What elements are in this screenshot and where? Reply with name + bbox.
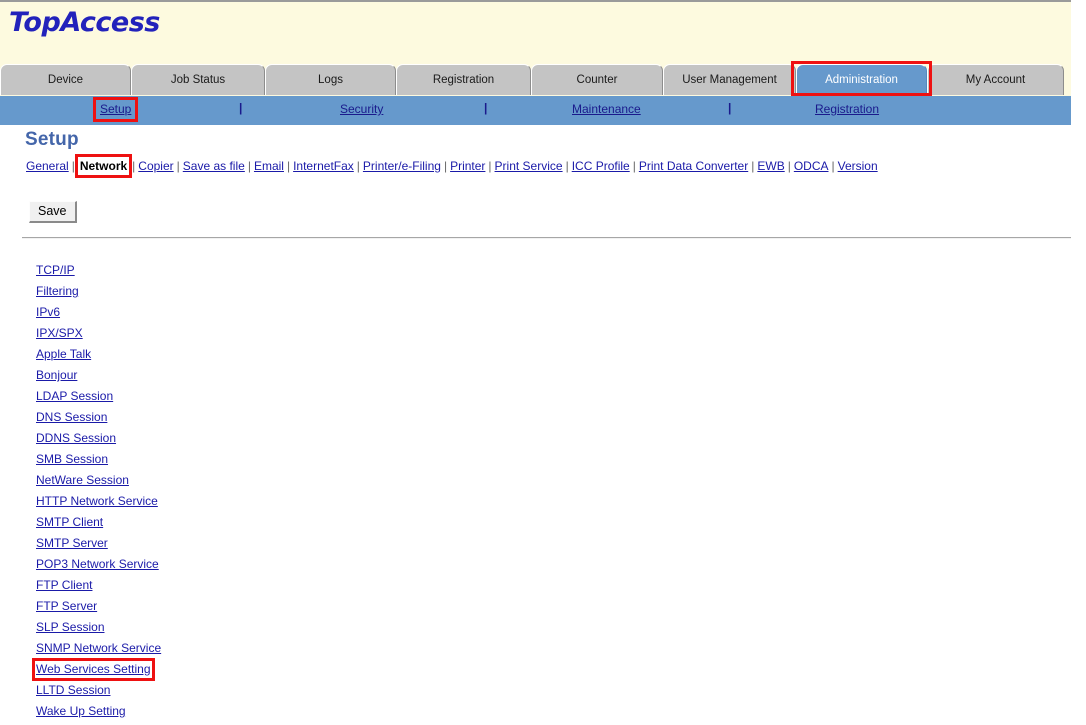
network-link-ipx-spx[interactable]: IPX/SPX (36, 326, 83, 340)
setup-nav-general[interactable]: General (26, 159, 69, 173)
network-link-bonjour[interactable]: Bonjour (36, 368, 77, 382)
setup-nav-separator: | (69, 159, 78, 173)
page-title: Setup (25, 129, 79, 151)
topaccess-page: TopAccess DeviceJob StatusLogsRegistrati… (0, 0, 1086, 725)
setup-nav-copier[interactable]: Copier (138, 159, 173, 173)
list-item: FTP Server (36, 598, 436, 619)
setup-nav-printer-e-filing[interactable]: Printer/e-Filing (363, 159, 441, 173)
network-link-smtp-client[interactable]: SMTP Client (36, 515, 103, 529)
list-item: IPX/SPX (36, 325, 436, 346)
setup-nav-printer[interactable]: Printer (450, 159, 485, 173)
list-item: HTTP Network Service (36, 493, 436, 514)
network-link-dns-session[interactable]: DNS Session (36, 410, 107, 424)
subnav-item-maintenance[interactable]: Maintenance (572, 102, 641, 116)
network-link-pop3-network-service[interactable]: POP3 Network Service (36, 557, 159, 571)
content-divider (22, 237, 1071, 239)
list-item: Filtering (36, 283, 436, 304)
setup-nav-print-service[interactable]: Print Service (495, 159, 563, 173)
list-item: NetWare Session (36, 472, 436, 493)
setup-nav-separator: | (129, 159, 138, 173)
network-link-ddns-session[interactable]: DDNS Session (36, 431, 116, 445)
setup-nav-separator: | (245, 159, 254, 173)
list-item: Bonjour (36, 367, 436, 388)
network-link-netware-session[interactable]: NetWare Session (36, 473, 129, 487)
list-item: TCP/IP (36, 262, 436, 283)
tab-job-status[interactable]: Job Status (131, 64, 265, 95)
network-link-ipv6[interactable]: IPv6 (36, 305, 60, 319)
list-item: LLTD Session (36, 682, 436, 703)
tab-my-account[interactable]: My Account (927, 64, 1064, 95)
list-item: SLP Session (36, 619, 436, 640)
tab-registration[interactable]: Registration (396, 64, 531, 95)
subnav-separator: | (484, 101, 487, 115)
subnav-item-registration[interactable]: Registration (815, 102, 879, 116)
subnav-separator: | (239, 101, 242, 115)
setup-nav-email[interactable]: Email (254, 159, 284, 173)
network-link-ldap-session[interactable]: LDAP Session (36, 389, 113, 403)
list-item: DDNS Session (36, 430, 436, 451)
setup-nav-network[interactable]: Network (78, 159, 129, 173)
tab-counter[interactable]: Counter (531, 64, 663, 95)
tab-device[interactable]: Device (0, 64, 131, 95)
list-item: DNS Session (36, 409, 436, 430)
network-link-wake-up-setting[interactable]: Wake Up Setting (36, 704, 126, 718)
network-link-slp-session[interactable]: SLP Session (36, 620, 105, 634)
setup-nav-separator: | (563, 159, 572, 173)
setup-nav-save-as-file[interactable]: Save as file (183, 159, 245, 173)
setup-nav-odca[interactable]: ODCA (794, 159, 829, 173)
list-item: SMTP Client (36, 514, 436, 535)
list-item: LDAP Session (36, 388, 436, 409)
network-link-snmp-network-service[interactable]: SNMP Network Service (36, 641, 161, 655)
network-link-ftp-server[interactable]: FTP Server (36, 599, 97, 613)
list-item: POP3 Network Service (36, 556, 436, 577)
list-item: Web Services Setting (36, 661, 436, 682)
setup-nav-separator: | (630, 159, 639, 173)
network-link-web-services-setting[interactable]: Web Services Setting (36, 662, 151, 676)
setup-nav-separator: | (785, 159, 794, 173)
network-link-http-network-service[interactable]: HTTP Network Service (36, 494, 158, 508)
sub-nav-bar: Setup Security Maintenance Registration | | | (0, 96, 1071, 125)
network-link-tcp-ip[interactable]: TCP/IP (36, 263, 75, 277)
list-item: Apple Talk (36, 346, 436, 367)
network-link-smb-session[interactable]: SMB Session (36, 452, 108, 466)
network-link-list: TCP/IP Filtering IPv6 IPX/SPX Apple Talk Bonj… (36, 262, 436, 724)
save-button[interactable]: Save (29, 201, 77, 223)
setup-nav: General|Network|Copier|Save as file|Emai… (26, 159, 1066, 173)
setup-nav-separator: | (748, 159, 757, 173)
setup-nav-ewb[interactable]: EWB (757, 159, 784, 173)
setup-nav-separator: | (174, 159, 183, 173)
network-link-apple-talk[interactable]: Apple Talk (36, 347, 91, 361)
network-link-filtering[interactable]: Filtering (36, 284, 79, 298)
list-item: Wake Up Setting (36, 703, 436, 724)
list-item: SMB Session (36, 451, 436, 472)
list-item: SNMP Network Service (36, 640, 436, 661)
list-item: SMTP Server (36, 535, 436, 556)
network-link-ftp-client[interactable]: FTP Client (36, 578, 92, 592)
setup-nav-icc-profile[interactable]: ICC Profile (572, 159, 630, 173)
setup-nav-print-data-converter[interactable]: Print Data Converter (639, 159, 748, 173)
header-banner: TopAccess (0, 2, 1071, 64)
network-link-smtp-server[interactable]: SMTP Server (36, 536, 108, 550)
tab-administration[interactable]: Administration (796, 64, 927, 95)
setup-nav-internetfax[interactable]: InternetFax (293, 159, 354, 173)
setup-nav-separator: | (354, 159, 363, 173)
list-item: IPv6 (36, 304, 436, 325)
setup-nav-separator: | (829, 159, 838, 173)
list-item: FTP Client (36, 577, 436, 598)
setup-nav-separator: | (485, 159, 494, 173)
setup-nav-separator: | (284, 159, 293, 173)
subnav-separator: | (728, 101, 731, 115)
tab-logs[interactable]: Logs (265, 64, 396, 95)
main-tab-bar: DeviceJob StatusLogsRegistrationCounterU… (0, 64, 1071, 97)
subnav-item-security[interactable]: Security (340, 102, 383, 116)
setup-nav-separator: | (441, 159, 450, 173)
subnav-item-setup[interactable]: Setup (100, 102, 131, 116)
setup-nav-version[interactable]: Version (838, 159, 878, 173)
tab-user-management[interactable]: User Management (663, 64, 796, 95)
topaccess-logo: TopAccess (9, 7, 160, 38)
network-link-lltd-session[interactable]: LLTD Session (36, 683, 110, 697)
